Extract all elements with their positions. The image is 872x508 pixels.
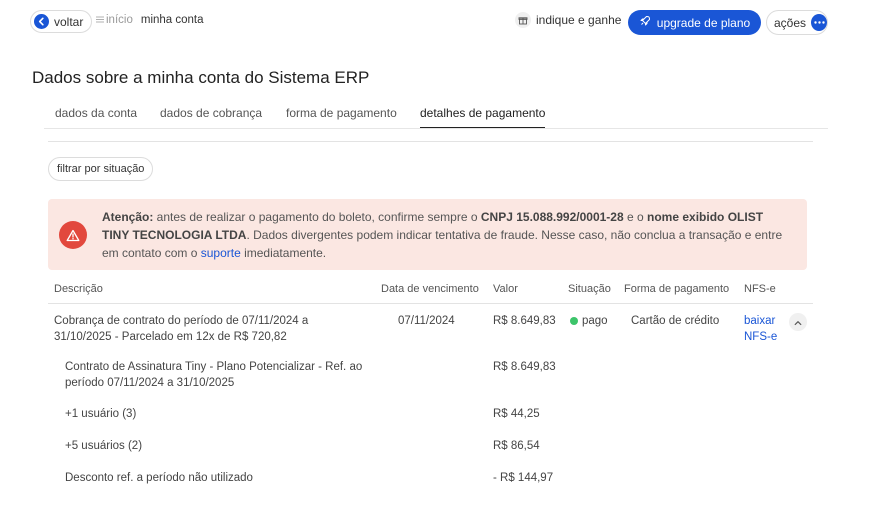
actions-label: ações — [774, 15, 807, 30]
chevron-up-icon — [794, 315, 802, 329]
fraud-warning-alert: Atenção: antes de realizar o pagamento d… — [48, 199, 807, 270]
row-due-date: 07/11/2024 — [398, 315, 455, 327]
tab-bar: dados da conta dados de cobrança forma d… — [44, 100, 828, 129]
top-bar: voltar início minha conta indique e ganh… — [0, 0, 872, 44]
column-header-status: Situação — [568, 283, 611, 295]
subitem-value: R$ 86,54 — [493, 440, 540, 452]
page-title: Dados sobre a minha conta do Sistema ERP — [32, 68, 370, 87]
support-link[interactable]: suporte — [201, 246, 241, 260]
filter-status-button[interactable]: filtrar por situação — [48, 157, 154, 181]
breadcrumb-home-label: início — [106, 14, 133, 26]
column-header-payment-method: Forma de pagamento — [624, 283, 730, 295]
chevron-left-icon — [34, 14, 49, 29]
alert-text-4: imediatamente. — [240, 246, 327, 260]
column-header-value: Valor — [493, 283, 518, 295]
row-payment-method: Cartão de crédito — [631, 315, 720, 327]
subitem-description: Contrato de Assinatura Tiny - Plano Pote… — [65, 361, 363, 389]
breadcrumb-home[interactable]: início — [96, 14, 133, 26]
menu-icon — [96, 14, 104, 26]
more-icon — [811, 14, 827, 31]
column-header-nfse: NFS-e — [744, 283, 776, 295]
upgrade-button[interactable]: upgrade de plano — [628, 10, 761, 35]
back-label: voltar — [54, 14, 84, 29]
tab-forma-de-pagamento[interactable]: forma de pagamento — [286, 106, 397, 127]
status-dot-icon — [570, 317, 578, 325]
refer-button[interactable]: indique e ganhe — [515, 12, 621, 28]
download-nfse-link[interactable]: baixar NFS-e — [744, 313, 786, 345]
tab-detalhes-de-pagamento[interactable]: detalhes de pagamento — [420, 106, 546, 128]
gift-icon — [515, 12, 531, 28]
subitem-value: R$ 44,25 — [493, 408, 540, 420]
row-description: Cobrança de contrato do período de 07/11… — [54, 315, 309, 343]
rocket-icon — [639, 15, 651, 30]
column-header-due-date: Data de vencimento — [381, 283, 479, 295]
table-header-divider — [48, 303, 813, 304]
subitem-description: Desconto ref. a período não utilizado — [65, 472, 253, 484]
alert-label: Atenção: — [102, 210, 154, 224]
alert-text-1: antes de realizar o pagamento do boleto,… — [153, 210, 481, 224]
actions-button[interactable]: ações — [766, 10, 828, 35]
subitem-value: R$ 8.649,83 — [493, 361, 556, 373]
tab-dados-da-conta[interactable]: dados da conta — [55, 106, 137, 127]
refer-label: indique e ganhe — [536, 13, 622, 27]
tab-dados-de-cobranca[interactable]: dados de cobrança — [160, 106, 262, 127]
column-header-description: Descrição — [54, 283, 103, 295]
collapse-row-button[interactable] — [789, 313, 807, 331]
breadcrumb-current: minha conta — [140, 14, 204, 26]
back-button[interactable]: voltar — [30, 10, 93, 33]
warning-icon — [59, 221, 87, 249]
status-label: pago — [582, 315, 608, 327]
alert-cnpj: CNPJ 15.088.992/0001-28 — [480, 210, 624, 224]
alert-text-2: e o — [623, 210, 648, 224]
subitem-description: +1 usuário (3) — [65, 408, 137, 420]
section-divider — [48, 141, 813, 142]
subitem-value: - R$ 144,97 — [493, 472, 554, 484]
upgrade-label: upgrade de plano — [656, 15, 751, 30]
status-badge: pago — [570, 313, 608, 329]
alert-message: Atenção: antes de realizar o pagamento d… — [102, 208, 792, 262]
row-value: R$ 8.649,83 — [493, 315, 556, 327]
subitem-description: +5 usuários (2) — [65, 440, 143, 452]
breadcrumb: início minha conta — [96, 14, 204, 26]
